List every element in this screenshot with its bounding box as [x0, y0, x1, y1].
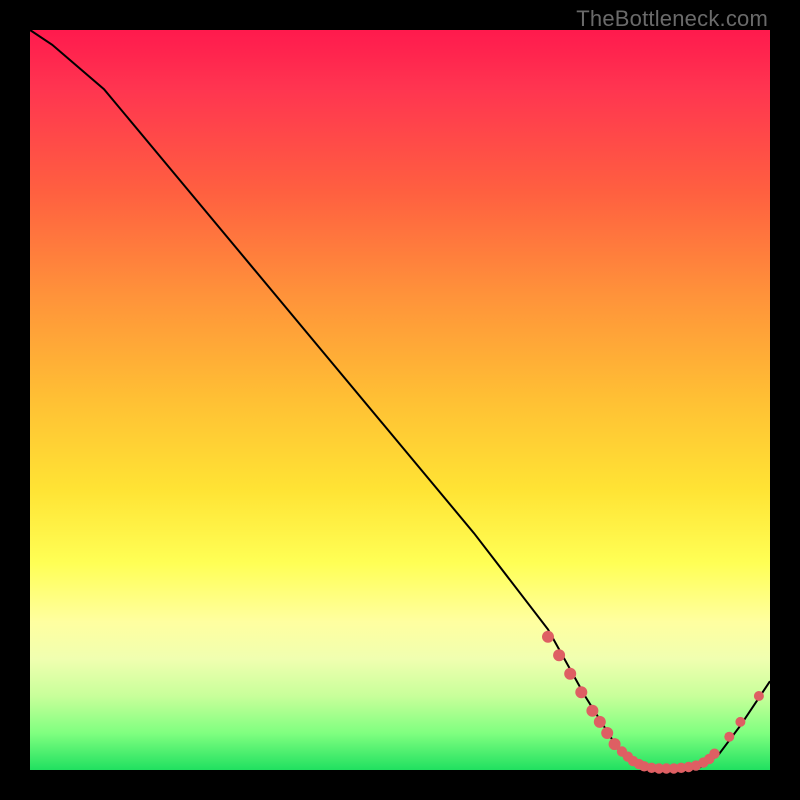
- chart-frame: TheBottleneck.com: [0, 0, 800, 800]
- marker-dot: [601, 727, 613, 739]
- marker-dot: [553, 649, 565, 661]
- marker-dot: [586, 705, 598, 717]
- marker-dot: [754, 691, 764, 701]
- marker-dot: [564, 668, 576, 680]
- gradient-plot-area: [30, 30, 770, 770]
- marker-dot: [709, 749, 719, 759]
- curve-markers: [542, 631, 764, 774]
- curve-line: [30, 30, 770, 770]
- marker-dot: [735, 717, 745, 727]
- watermark-text: TheBottleneck.com: [576, 6, 768, 32]
- marker-dot: [542, 631, 554, 643]
- marker-dot: [724, 732, 734, 742]
- marker-dot: [575, 686, 587, 698]
- marker-dot: [594, 716, 606, 728]
- bottleneck-curve: [30, 30, 770, 770]
